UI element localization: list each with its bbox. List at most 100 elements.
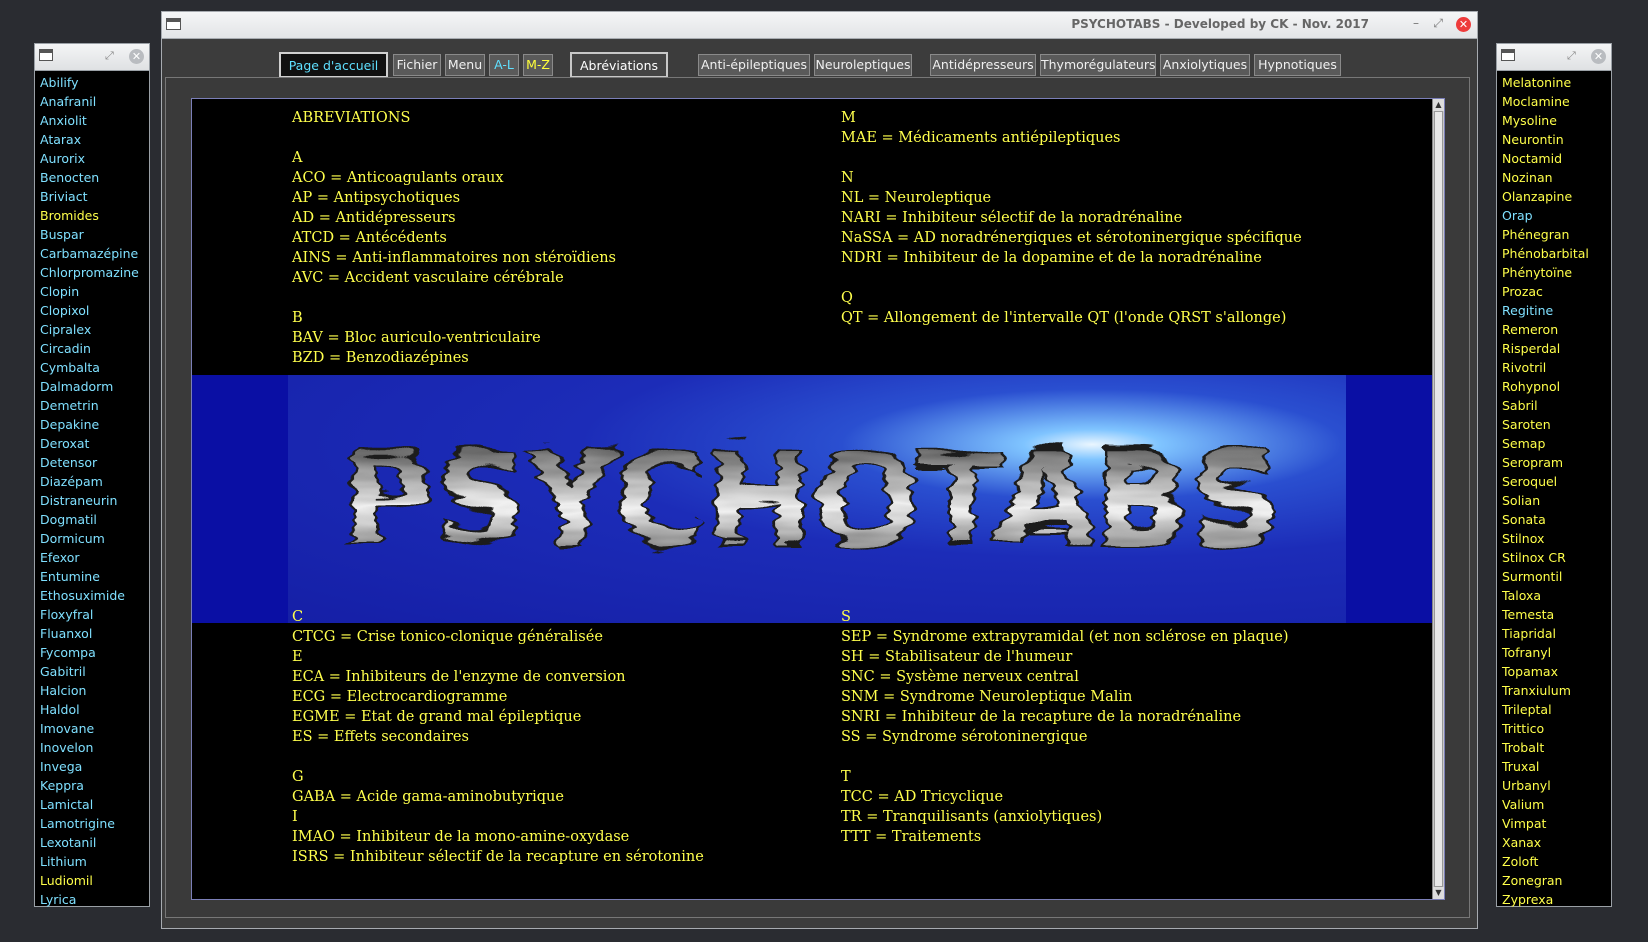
drug-list-item[interactable]: Saroten [1502,415,1611,434]
home-button[interactable]: Page d'accueil [279,52,388,78]
restore-icon[interactable]: ⤢ [1567,49,1576,63]
drug-list-item[interactable]: Zoloft [1502,852,1611,871]
drug-list-item[interactable]: Tofranyl [1502,643,1611,662]
drug-list-item[interactable]: Taloxa [1502,586,1611,605]
drug-list-item[interactable]: Carbamazépine [40,244,149,263]
drug-list-item[interactable]: Haldol [40,700,149,719]
drug-list-item[interactable]: Temesta [1502,605,1611,624]
scroll-thumb[interactable] [1434,111,1443,887]
drug-list-item[interactable]: Noctamid [1502,149,1611,168]
neuroleptiques-tab[interactable]: Neuroleptiques [814,54,912,76]
a-l-button[interactable]: A-L [489,54,519,76]
drug-list-item[interactable]: Xanax [1502,833,1611,852]
drug-list-item[interactable]: Clopin [40,282,149,301]
close-icon[interactable]: ✕ [1456,17,1471,32]
drug-list-item[interactable]: Rivotril [1502,358,1611,377]
restore-icon[interactable]: ⤢ [105,49,114,63]
drug-list-item[interactable]: Aurorix [40,149,149,168]
drug-list-item[interactable]: Fycompa [40,643,149,662]
drug-list-item[interactable]: Stilnox [1502,529,1611,548]
drug-list-item[interactable]: Halcion [40,681,149,700]
drug-list-item[interactable]: Phénytoïne [1502,263,1611,282]
drug-list-item[interactable]: Gabitril [40,662,149,681]
minimize-icon[interactable]: – [1413,16,1419,30]
drug-list-item[interactable]: Urbanyl [1502,776,1611,795]
drug-list-item[interactable]: Seroquel [1502,472,1611,491]
drug-list-item[interactable]: Atarax [40,130,149,149]
drug-list-item[interactable]: Abilify [40,73,149,92]
m-z-button[interactable]: M-Z [523,54,553,76]
drug-list-item[interactable]: Phénegran [1502,225,1611,244]
drug-list-item[interactable]: Regitine [1502,301,1611,320]
drug-list-item[interactable]: Rohypnol [1502,377,1611,396]
drug-list-item[interactable]: Semap [1502,434,1611,453]
drug-list-item[interactable]: Entumine [40,567,149,586]
drug-list-item[interactable]: Dogmatil [40,510,149,529]
drug-list-item[interactable]: Distraneurin [40,491,149,510]
drug-list-item[interactable]: Lamictal [40,795,149,814]
right-list-titlebar[interactable]: ⤢ ✕ [1497,44,1611,71]
drug-list-item[interactable]: Olanzapine [1502,187,1611,206]
left-list-titlebar[interactable]: ⤢ ✕ [35,44,149,71]
drug-list-item[interactable]: Trittico [1502,719,1611,738]
drug-list-item[interactable]: Fluanxol [40,624,149,643]
drug-list-item[interactable]: Remeron [1502,320,1611,339]
drug-list-item[interactable]: Moclamine [1502,92,1611,111]
drug-list-item[interactable]: Lithium [40,852,149,871]
drug-list-item[interactable]: Cipralex [40,320,149,339]
drug-list-item[interactable]: Imovane [40,719,149,738]
drug-list-item[interactable]: Orap [1502,206,1611,225]
drug-list-item[interactable]: Circadin [40,339,149,358]
drug-list-item[interactable]: Chlorpromazine [40,263,149,282]
drug-list-item[interactable]: Anafranil [40,92,149,111]
drug-list-item[interactable]: Tranxiulum [1502,681,1611,700]
drug-list-item[interactable]: Sabril [1502,396,1611,415]
hypnotiques-tab[interactable]: Hypnotiques [1254,54,1341,76]
maximize-icon[interactable]: ⤢ [1433,16,1443,31]
drug-list-item[interactable]: Diazépam [40,472,149,491]
drug-list-item[interactable]: Cymbalta [40,358,149,377]
drug-list-item[interactable]: Solian [1502,491,1611,510]
drug-list-item[interactable]: Buspar [40,225,149,244]
content-scrollbar[interactable]: ▲ ▼ [1432,99,1444,899]
drug-list-item[interactable]: Trileptal [1502,700,1611,719]
drug-list-item[interactable]: Tiapridal [1502,624,1611,643]
drug-list-item[interactable]: Ludiomil [40,871,149,890]
drug-list-item[interactable]: Nozinan [1502,168,1611,187]
drug-list-item[interactable]: Lyrica [40,890,149,909]
drug-list-item[interactable]: Risperdal [1502,339,1611,358]
drug-list-item[interactable]: Keppra [40,776,149,795]
menu-button[interactable]: Menu [445,54,485,76]
thymoregulateurs-tab[interactable]: Thymorégulateurs [1040,54,1156,76]
drug-list-item[interactable]: Vimpat [1502,814,1611,833]
drug-list-item[interactable]: Seropram [1502,453,1611,472]
drug-list-item[interactable]: Invega [40,757,149,776]
main-titlebar[interactable]: PSYCHOTABS - Developed by CK - Nov. 2017… [162,12,1477,39]
drug-list-item[interactable]: Floxyfral [40,605,149,624]
antiepileptiques-tab[interactable]: Anti-épileptiques [698,54,810,76]
file-button[interactable]: Fichier [393,54,441,76]
scroll-up-icon[interactable]: ▲ [1433,99,1444,111]
drug-list-item[interactable]: Zyprexa [1502,890,1611,909]
drug-list-item[interactable]: Neurontin [1502,130,1611,149]
drug-list-item[interactable]: Detensor [40,453,149,472]
drug-list-item[interactable]: Sonata [1502,510,1611,529]
drug-list-item[interactable]: Briviact [40,187,149,206]
drug-list-item[interactable]: Surmontil [1502,567,1611,586]
drug-list-item[interactable]: Valium [1502,795,1611,814]
drug-list-item[interactable]: Trobalt [1502,738,1611,757]
anxiolytiques-tab[interactable]: Anxiolytiques [1160,54,1250,76]
drug-list-item[interactable]: Clopixol [40,301,149,320]
drug-list-item[interactable]: Benocten [40,168,149,187]
drug-list-item[interactable]: Efexor [40,548,149,567]
drug-list-item[interactable]: Prozac [1502,282,1611,301]
drug-list-item[interactable]: Phénobarbital [1502,244,1611,263]
drug-list-item[interactable]: Zonegran [1502,871,1611,890]
drug-list-item[interactable]: Dormicum [40,529,149,548]
drug-list-item[interactable]: Ethosuximide [40,586,149,605]
drug-list-item[interactable]: Deroxat [40,434,149,453]
drug-list-item[interactable]: Lamotrigine [40,814,149,833]
drug-list-item[interactable]: Bromides [40,206,149,225]
abreviations-tab[interactable]: Abréviations [570,52,668,78]
drug-list-item[interactable]: Stilnox CR [1502,548,1611,567]
